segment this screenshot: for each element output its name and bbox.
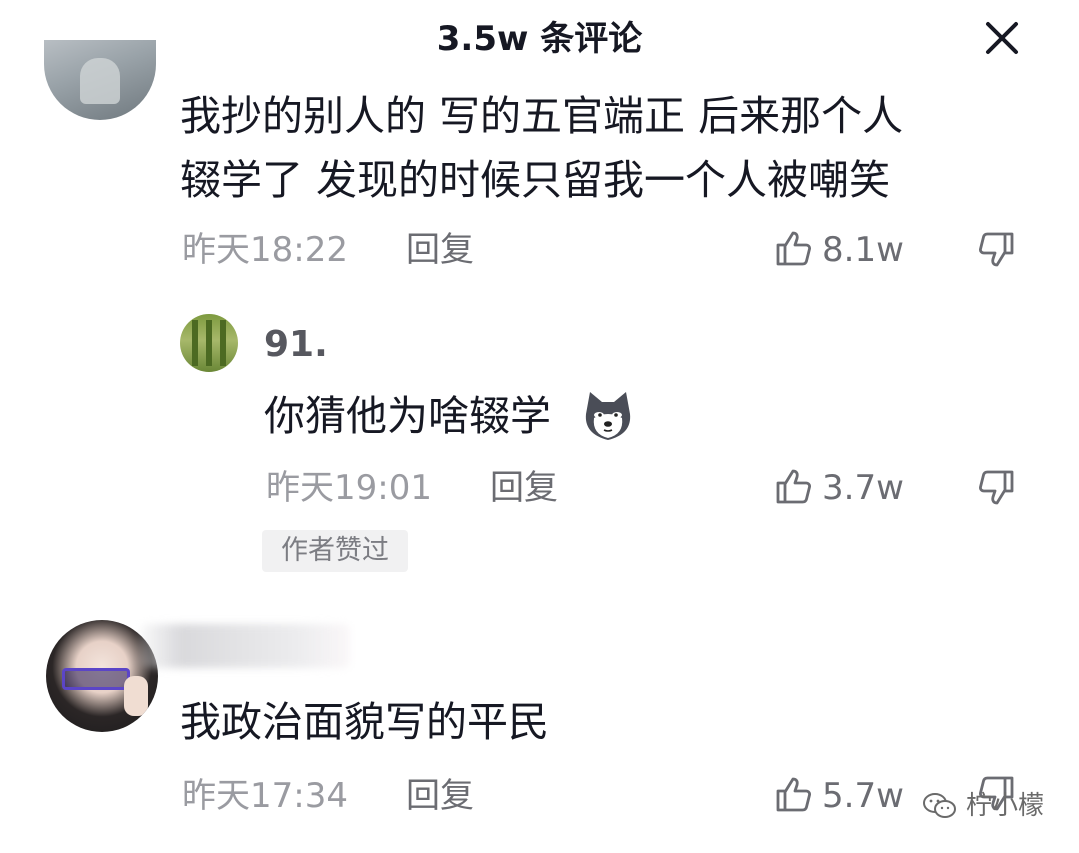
wechat-icon (923, 793, 956, 818)
thumbs-down-icon[interactable] (976, 468, 1016, 508)
comments-count-title: 3.5w 条评论 (436, 19, 643, 59)
comment-text: 我政治面貌写的平民 (180, 698, 549, 746)
avatar[interactable] (180, 314, 238, 372)
husky-emoji-icon (585, 392, 631, 440)
like-count: 3.7w (822, 468, 904, 508)
reply-button[interactable]: 回复 (406, 776, 474, 816)
thumbs-up-icon[interactable] (774, 774, 814, 814)
comment-text: 我抄的别人的 写的五官端正 后来那个人 (180, 92, 904, 140)
thumbs-up-icon[interactable] (774, 466, 814, 506)
username[interactable]: 91. (264, 324, 328, 365)
watermark-text: 柠小檬 (966, 791, 1045, 821)
thumbs-down-icon[interactable] (976, 230, 1016, 270)
author-liked-badge: 作者赞过 (262, 530, 408, 572)
comment-time: 昨天19:01 (266, 468, 432, 508)
comment-time: 昨天17:34 (182, 776, 348, 816)
comment-text: 你猜他为啥辍学 (264, 392, 551, 440)
comment-text: 辍学了 发现的时候只留我一个人被嘲笑 (180, 156, 891, 204)
avatar[interactable] (44, 40, 156, 120)
blurred-username (140, 624, 350, 668)
reply-button[interactable]: 回复 (406, 230, 474, 270)
like-count: 5.7w (822, 776, 904, 816)
like-count: 8.1w (822, 230, 904, 270)
comment-time: 昨天18:22 (182, 230, 348, 270)
reply-button[interactable]: 回复 (490, 468, 558, 508)
close-icon[interactable] (982, 18, 1022, 58)
thumbs-up-icon[interactable] (774, 228, 814, 268)
